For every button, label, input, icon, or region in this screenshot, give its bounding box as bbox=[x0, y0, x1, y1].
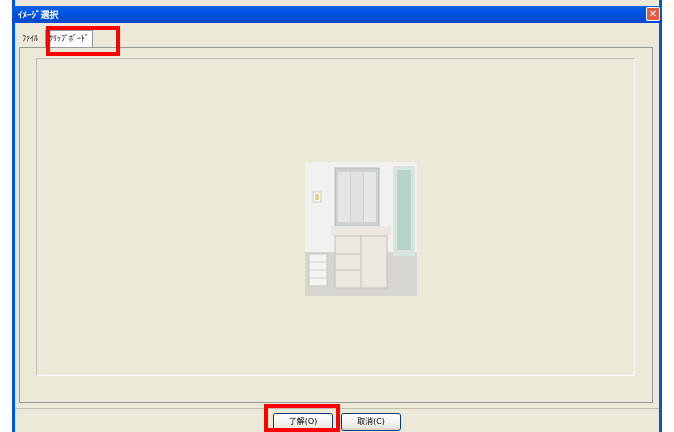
tab-file[interactable]: ﾌｧｲﾙ bbox=[19, 32, 41, 46]
tab-clipboard[interactable]: ｸﾘｯﾌﾟﾎﾞｰﾄﾞ bbox=[45, 30, 93, 47]
tab-panel bbox=[19, 47, 653, 403]
image-preview-area bbox=[36, 58, 635, 376]
preview-image bbox=[305, 162, 417, 296]
title-bar[interactable]: ｲﾒｰｼﾞ選択 ✕ bbox=[12, 6, 662, 23]
footer-divider bbox=[15, 408, 659, 409]
close-icon: ✕ bbox=[648, 9, 658, 20]
image-select-dialog: ｲﾒｰｼﾞ選択 ✕ ﾌｧｲﾙ ｸﾘｯﾌﾟﾎﾞｰﾄﾞ 了解(O) 取消(C) bbox=[12, 0, 662, 432]
close-button[interactable]: ✕ bbox=[646, 7, 660, 21]
window-title: ｲﾒｰｼﾞ選択 bbox=[18, 11, 59, 21]
bathroom-vanity-image bbox=[305, 162, 417, 296]
ok-button[interactable]: 了解(O) bbox=[273, 413, 333, 431]
cancel-button[interactable]: 取消(C) bbox=[341, 413, 401, 431]
